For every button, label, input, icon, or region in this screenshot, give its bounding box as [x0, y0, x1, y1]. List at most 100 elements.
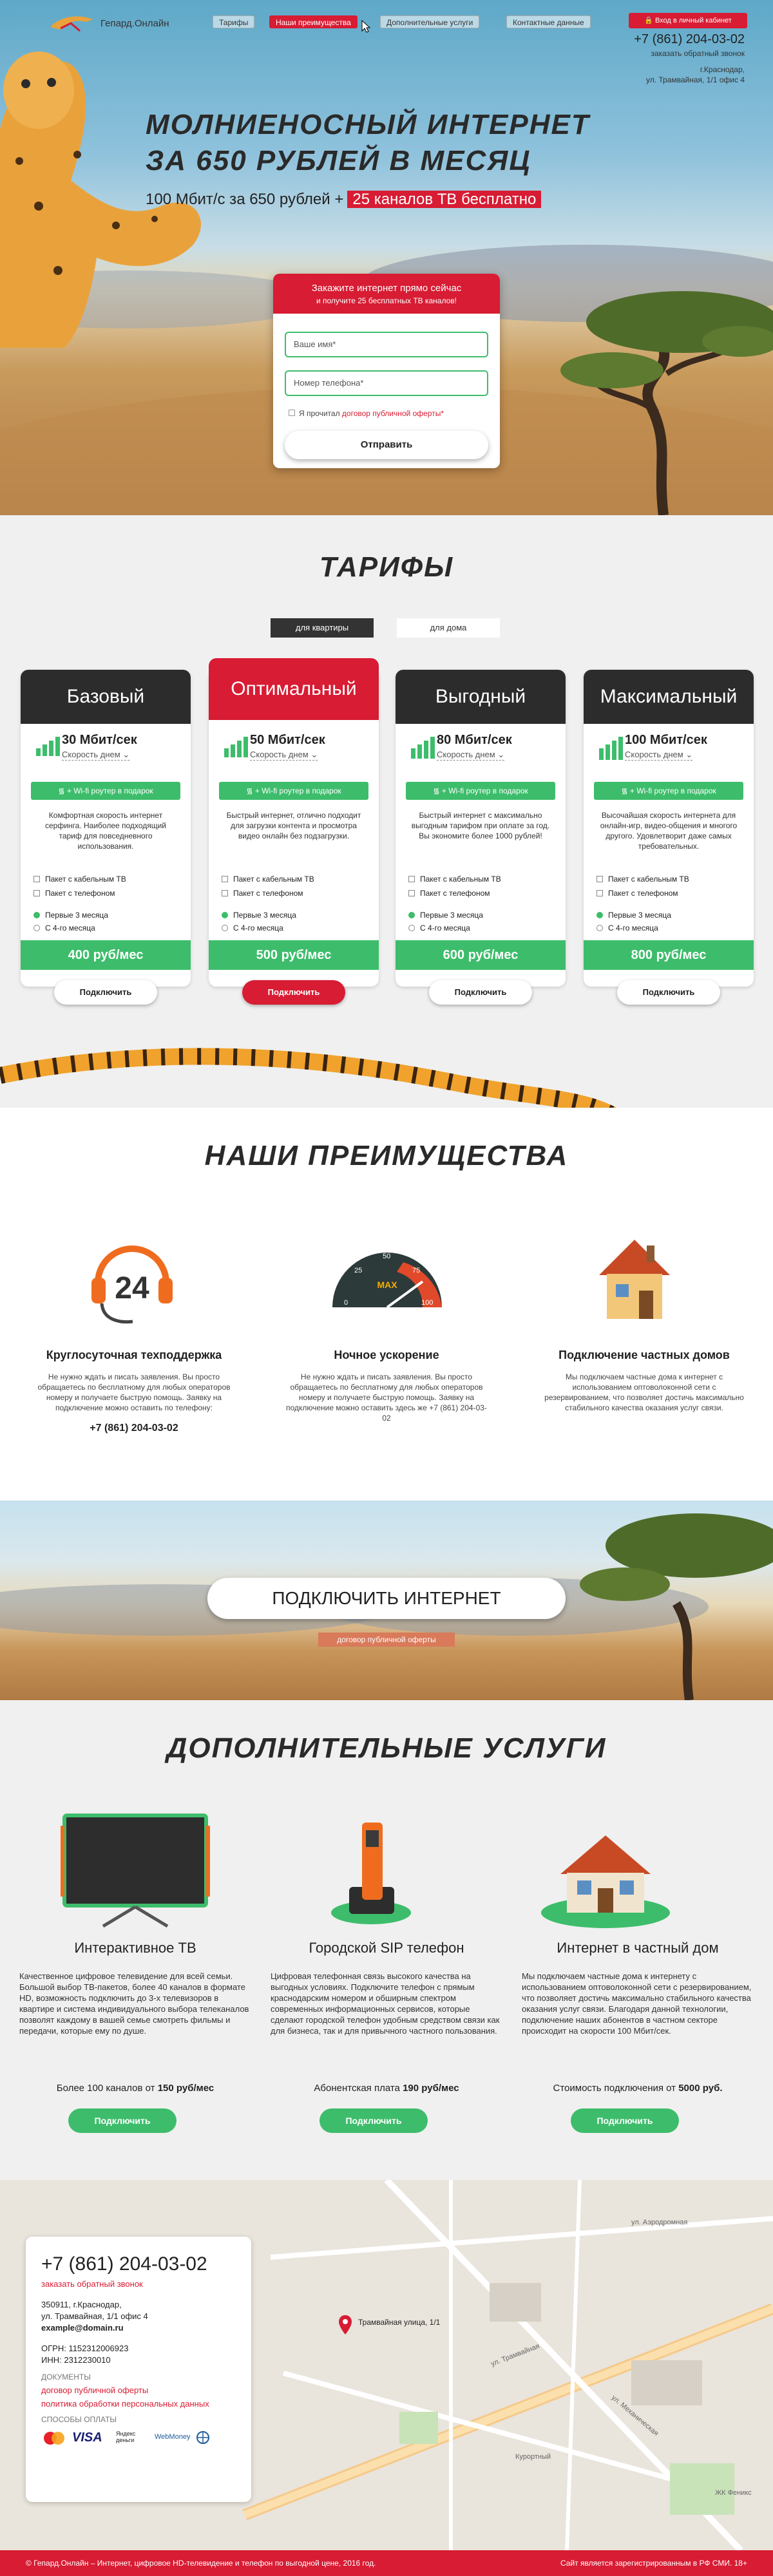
service-title: Интернет в частный дом — [557, 1940, 719, 1956]
checkbox[interactable] — [596, 890, 603, 896]
signal-bar — [618, 737, 623, 760]
option-phone[interactable]: Пакет с телефоном — [33, 889, 115, 898]
doc-privacy-link[interactable]: политика обработки персональных данных — [41, 2399, 236, 2409]
option-label: Пакет с кабельным ТВ — [45, 875, 126, 884]
tariff-price: 400 руб/мес — [21, 940, 191, 970]
chevron-down-icon: ⌄ — [310, 750, 318, 759]
radio[interactable] — [596, 925, 603, 931]
option-from-4th-month[interactable]: С 4-го месяца — [222, 923, 283, 933]
option-cable-tv[interactable]: Пакет с кабельным ТВ — [596, 875, 689, 884]
contact-email[interactable]: example@domain.ru — [41, 2322, 236, 2334]
radio[interactable] — [222, 912, 228, 918]
option-from-4th-month[interactable]: С 4-го месяца — [408, 923, 470, 933]
footer-copyright: © Гепард.Онлайн – Интернет, цифровое HD-… — [26, 2559, 376, 2568]
service-connect-button[interactable]: Подключить — [320, 2108, 428, 2133]
speed-dropdown[interactable]: Скорость днем ⌄ — [437, 750, 505, 761]
option-phone[interactable]: Пакет с телефоном — [222, 889, 303, 898]
house-icon — [599, 1240, 670, 1319]
doc-offer-link[interactable]: договор публичной оферты — [41, 2385, 236, 2395]
contact-phone[interactable]: +7 (861) 204-03-02 — [41, 2253, 236, 2275]
speed-dropdown[interactable]: Скорость днем ⌄ — [625, 750, 693, 761]
connect-button[interactable]: Подключить — [617, 980, 720, 1005]
option-label: Первые 3 месяца — [45, 911, 108, 920]
menu-tariffs[interactable]: Тарифы — [213, 15, 255, 28]
radio[interactable] — [596, 912, 603, 918]
checkbox[interactable] — [408, 876, 415, 882]
wifi-gift-badge: ᯾ + Wi-fi роутер в подарок — [219, 782, 368, 800]
option-from-4th-month[interactable]: С 4-го месяца — [33, 923, 95, 933]
option-phone[interactable]: Пакет с телефоном — [408, 889, 490, 898]
radio[interactable] — [33, 912, 40, 918]
private-house-icon — [541, 1835, 670, 1928]
radio[interactable] — [408, 912, 415, 918]
mastercard-icon — [44, 2432, 64, 2445]
advantage-title: Ночное ускорение — [334, 1349, 439, 1361]
menu-contacts[interactable]: Контактные данные — [506, 15, 591, 28]
gauge-tick: 100 — [421, 1299, 433, 1307]
option-from-4th-month[interactable]: С 4-го месяца — [596, 923, 658, 933]
option-label: С 4-го месяца — [233, 923, 283, 933]
offer-link[interactable]: договор публичной оферты* — [342, 409, 444, 418]
map-pin-icon[interactable] — [338, 2314, 353, 2336]
option-first-3-months[interactable]: Первые 3 месяца — [222, 911, 296, 920]
connect-button[interactable]: Подключить — [429, 980, 532, 1005]
option-first-3-months[interactable]: Первые 3 месяца — [33, 911, 108, 920]
callback-link[interactable]: заказать обратный звонок — [41, 2279, 236, 2289]
radio[interactable] — [33, 925, 40, 931]
submit-button[interactable]: Отправить — [285, 431, 488, 459]
option-cable-tv[interactable]: Пакет с кабельным ТВ — [33, 875, 126, 884]
service-text: Мы подключаем частные дома к интернету с… — [522, 1971, 752, 2036]
service-connect-button[interactable]: Подключить — [571, 2108, 679, 2133]
option-first-3-months[interactable]: Первые 3 месяца — [596, 911, 671, 920]
phone-field[interactable]: Номер телефона* — [285, 370, 488, 396]
checkbox[interactable] — [596, 876, 603, 882]
connect-internet-button[interactable]: ПОДКЛЮЧИТЬ ИНТЕРНЕТ — [207, 1578, 566, 1619]
tariff-speed: 30 Мбит/сек — [62, 733, 137, 747]
tab-house[interactable]: для дома — [397, 618, 500, 638]
menu-advantages[interactable]: Наши преимущества — [269, 15, 358, 28]
menu-services[interactable]: Дополнительные услуги — [380, 15, 480, 28]
signal-bar — [243, 737, 248, 757]
tariff-name: Выгодный — [396, 670, 566, 724]
cheetah-logo-icon[interactable] — [48, 12, 95, 33]
wifi-icon: ᯾ — [246, 786, 255, 795]
option-label: С 4-го месяца — [420, 923, 470, 933]
option-cable-tv[interactable]: Пакет с кабельным ТВ — [222, 875, 314, 884]
tariff-price: 600 руб/мес — [396, 940, 566, 970]
agree-row: Я прочитал договор публичной оферты* — [289, 409, 444, 418]
wifi-icon: ᯾ — [621, 786, 630, 795]
checkbox[interactable] — [33, 876, 40, 882]
checkbox[interactable] — [222, 876, 228, 882]
callback-link[interactable]: заказать обратный звонок — [651, 49, 745, 58]
checkbox[interactable] — [222, 890, 228, 896]
connect-button[interactable]: Подключить — [54, 980, 157, 1005]
header-phone[interactable]: +7 (861) 204-03-02 — [634, 32, 745, 47]
tab-flat[interactable]: для квартиры — [271, 618, 374, 638]
cabinet-login-button[interactable]: 🔒 Вход в личный кабинет — [629, 13, 747, 28]
contact-address: 350911, г.Краснодар, ул. Трамвайная, 1/1… — [41, 2299, 236, 2334]
agree-checkbox[interactable] — [289, 410, 295, 416]
phone-device-icon — [331, 1823, 411, 1924]
checkbox[interactable] — [33, 890, 40, 896]
option-first-3-months[interactable]: Первые 3 месяца — [408, 911, 483, 920]
advantage-phone[interactable]: +7 (861) 204-03-02 — [31, 1423, 237, 1434]
offer-link[interactable]: договор публичной оферты — [318, 1633, 455, 1647]
name-field[interactable]: Ваше имя* — [285, 332, 488, 357]
radio[interactable] — [222, 925, 228, 931]
speed-dropdown[interactable]: Скорость днем ⌄ — [62, 750, 130, 761]
signal-bar — [417, 744, 422, 759]
option-label: Пакет с телефоном — [608, 889, 678, 898]
service-connect-button[interactable]: Подключить — [68, 2108, 177, 2133]
speed-dropdown[interactable]: Скорость днем ⌄ — [250, 750, 318, 761]
connect-banner: ПОДКЛЮЧИТЬ ИНТЕРНЕТ договор публичной оф… — [0, 1501, 773, 1700]
radio[interactable] — [408, 925, 415, 931]
gauge-tick: 0 — [344, 1299, 348, 1307]
connect-button[interactable]: Подключить — [242, 980, 345, 1005]
option-phone[interactable]: Пакет с телефоном — [596, 889, 678, 898]
logo-text[interactable]: Гепард.Онлайн — [100, 18, 169, 29]
tariff-price: 800 руб/мес — [584, 940, 754, 970]
option-cable-tv[interactable]: Пакет с кабельным ТВ — [408, 875, 501, 884]
advantage-title: Круглосуточная техподдержка — [46, 1349, 222, 1361]
checkbox[interactable] — [408, 890, 415, 896]
price-prefix: Абонентская плата — [314, 2083, 400, 2094]
